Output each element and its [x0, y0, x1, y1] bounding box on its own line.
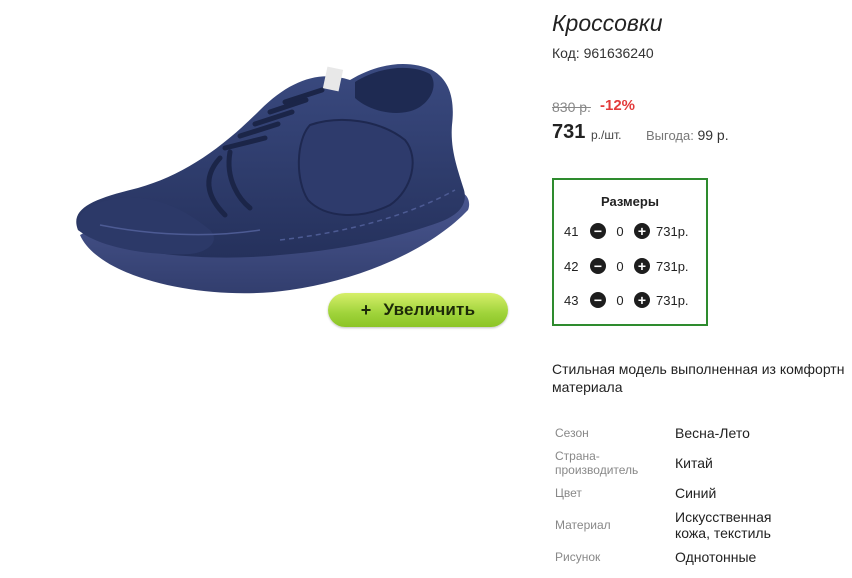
size-row: 43 − 0 + 731р. — [564, 290, 689, 310]
spec-value: Синий — [675, 485, 717, 501]
product-description: Стильная модель выполненная из комфортн … — [552, 360, 852, 396]
minus-circle-icon[interactable]: − — [590, 292, 606, 308]
plus-icon: + — [360, 299, 372, 320]
spec-value: Однотонные — [675, 549, 757, 565]
discount-badge: -12% — [600, 97, 636, 114]
savings: Выгода: 99 р. — [646, 127, 729, 143]
plus-circle-icon[interactable]: + — [634, 258, 650, 274]
plus-circle-icon[interactable]: + — [634, 223, 650, 239]
size-row: 41 − 0 + 731р. — [564, 221, 689, 241]
size-price: 731р. — [656, 223, 689, 239]
savings-label: Выгода: — [646, 128, 694, 143]
minus-circle-icon[interactable]: − — [590, 258, 606, 274]
zoom-button-label: Увеличить — [383, 300, 476, 319]
size-price: 731р. — [656, 292, 689, 308]
spec-key: Материал — [555, 518, 611, 532]
product-code: Код: 961636240 — [552, 45, 654, 61]
quantity-value[interactable]: 0 — [606, 259, 634, 274]
size-row: 42 − 0 + 731р. — [564, 256, 689, 276]
price-unit: р./шт. — [591, 128, 622, 142]
product-image[interactable]: + Увеличить — [60, 40, 508, 330]
sizes-title: Размеры — [601, 194, 659, 209]
product-title: Кроссовки — [552, 10, 663, 36]
spec-key: Страна-производитель — [555, 449, 639, 477]
quantity-value[interactable]: 0 — [606, 224, 634, 239]
sizes-panel: Размеры 41 − 0 + 731р. 42 − 0 + 731р. 43… — [552, 178, 708, 326]
current-price: 731 — [552, 121, 586, 143]
spec-key: Цвет — [555, 486, 582, 500]
spec-value: Весна-Лето — [675, 425, 750, 441]
size-value: 42 — [564, 258, 579, 274]
spec-key: Рисунок — [555, 550, 601, 564]
size-value: 41 — [564, 223, 579, 239]
plus-circle-icon[interactable]: + — [634, 292, 650, 308]
spec-key: Сезон — [555, 426, 589, 440]
minus-circle-icon[interactable]: − — [590, 223, 606, 239]
spec-value: Китай — [675, 455, 713, 471]
old-price: 830 р. — [552, 99, 591, 115]
sneaker-image — [76, 64, 470, 294]
quantity-value[interactable]: 0 — [606, 293, 634, 308]
description-line: материала — [552, 379, 623, 395]
size-price: 731р. — [656, 258, 689, 274]
size-value: 43 — [564, 292, 579, 308]
description-line: Стильная модель выполненная из комфортн — [552, 361, 845, 377]
savings-value: 99 р. — [697, 127, 729, 143]
zoom-button[interactable]: + Увеличить — [328, 293, 508, 327]
spec-value: Искусственная кожа, текстиль — [675, 509, 772, 541]
